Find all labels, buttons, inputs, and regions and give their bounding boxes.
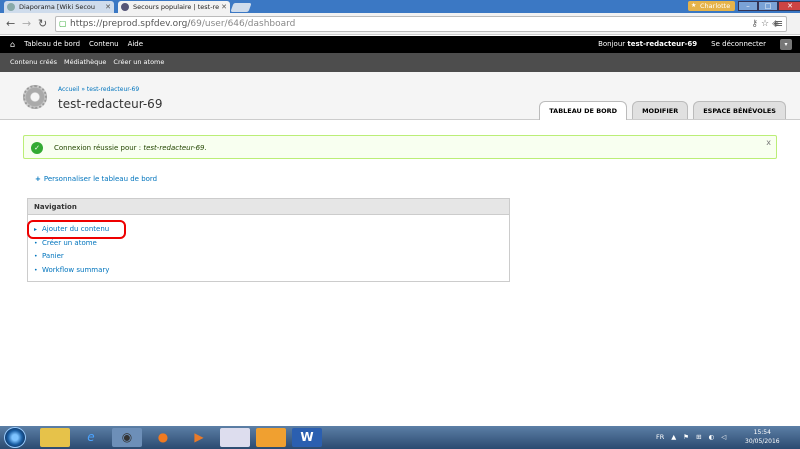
page-title: test-redacteur-69: [58, 97, 163, 111]
close-window-button[interactable]: ✕: [778, 1, 800, 11]
status-message: ✓ Connexion réussie pour : test-redacteu…: [23, 135, 777, 159]
media-player-icon[interactable]: ▶: [184, 428, 214, 447]
bookmark-star-icon[interactable]: ☆: [761, 19, 772, 29]
secours-favicon-icon: [121, 3, 129, 11]
tab-dashboard[interactable]: TABLEAU DE BORD: [539, 101, 628, 120]
minimize-button[interactable]: –: [738, 1, 758, 11]
browser-tab-strip: Diaporama [Wiki Secou ✕ Secours populair…: [0, 0, 800, 13]
navigation-block: Navigation ▸ Ajouter du contenu • Créer un…: [27, 198, 510, 282]
greeting: Bonjour test-redacteur-69: [598, 40, 698, 48]
network-icon[interactable]: ⊞: [696, 426, 701, 449]
bullet-icon: •: [34, 266, 38, 274]
browser-toolbar: ← → ↻ ▢ https://preprod.spfdev.org/69/us…: [0, 13, 800, 35]
admin-toolbar: ⌂ Tableau de bord Contenu Aide Bonjour t…: [0, 36, 800, 53]
volume-icon[interactable]: ◁: [721, 426, 726, 449]
bullet-icon: •: [34, 253, 38, 260]
close-tab-icon[interactable]: ✕: [105, 1, 111, 13]
start-button[interactable]: [4, 427, 26, 448]
browser-menu-icon[interactable]: ≡: [774, 17, 783, 30]
system-tray: FR ▲ ⚑ ⊞ ◐ ◁: [656, 426, 726, 449]
status-message-text: Connexion réussie pour : test-redacteur-…: [54, 144, 207, 152]
browser-tab-label: Diaporama [Wiki Secou: [19, 3, 95, 11]
word-icon[interactable]: W: [292, 428, 322, 447]
nav-item-workflow-summary[interactable]: • Workflow summary: [34, 264, 509, 278]
maximize-button[interactable]: □: [758, 1, 778, 11]
admin-menu-help[interactable]: Aide: [128, 36, 143, 53]
clock-time: 15:54: [753, 429, 771, 436]
language-indicator[interactable]: FR: [656, 426, 664, 449]
highlight-annotation: [27, 220, 126, 239]
checkmark-icon: ✓: [31, 142, 43, 154]
internet-explorer-icon[interactable]: e: [76, 428, 106, 447]
browser-tab-secours[interactable]: Secours populaire | test-re ✕: [118, 1, 230, 13]
reload-icon[interactable]: ↻: [38, 18, 47, 30]
page-tabs: TABLEAU DE BORD MODIFIER ESPACE BÉNÉVOLE…: [539, 101, 786, 120]
url-path: 69/user/646/dashboard: [190, 19, 296, 29]
chrome-icon[interactable]: ◉: [112, 428, 142, 447]
shortcut-created-content[interactable]: Contenu créés: [10, 53, 57, 72]
tab-edit[interactable]: MODIFIER: [632, 101, 689, 119]
admin-menu-content[interactable]: Contenu: [89, 36, 119, 53]
shortcuts-toggle-icon[interactable]: ▾: [780, 39, 792, 50]
windows-taskbar: e ◉ ● ▶ W FR ▲ ⚑ ⊞ ◐ ◁ 15:54 30/05/2016: [0, 426, 800, 449]
show-hidden-icons-icon[interactable]: ▲: [671, 426, 676, 449]
nav-item-basket[interactable]: • Panier: [34, 250, 509, 264]
forward-arrow-icon[interactable]: →: [22, 18, 31, 30]
back-arrow-icon[interactable]: ←: [6, 18, 15, 30]
close-message-button[interactable]: x: [766, 138, 771, 147]
plus-icon: +: [35, 175, 41, 183]
page-header: Accueil » test-redacteur-69 test-redacte…: [0, 72, 800, 120]
address-bar[interactable]: ▢ https://preprod.spfdev.org/69/user/646…: [55, 16, 787, 32]
page-info-icon[interactable]: ▢: [59, 17, 67, 31]
outlook-icon[interactable]: [256, 428, 286, 447]
browser-tab-diaporama[interactable]: Diaporama [Wiki Secou ✕: [4, 1, 114, 13]
browser-tab-label: Secours populaire | test-re: [133, 3, 220, 11]
home-icon[interactable]: ⌂: [10, 36, 15, 53]
network-tool-icon[interactable]: [220, 428, 250, 447]
url-host: https://preprod.spfdev.org/: [70, 19, 191, 29]
window-controls: – □ ✕: [738, 1, 800, 11]
admin-menu-dashboard[interactable]: Tableau de bord: [24, 36, 80, 53]
taskbar-clock[interactable]: 15:54 30/05/2016: [745, 428, 780, 446]
navigation-title: Navigation: [28, 199, 509, 215]
profile-badge[interactable]: Charlotte: [688, 1, 736, 11]
firefox-icon[interactable]: ●: [148, 428, 178, 447]
username-link[interactable]: test-redacteur-69: [627, 40, 697, 48]
shortcut-media-library[interactable]: Médiathèque: [64, 53, 106, 72]
wiki-favicon-icon: [7, 3, 15, 11]
customize-dashboard-link[interactable]: + Personnaliser le tableau de bord: [35, 175, 157, 183]
gear-icon: [23, 85, 47, 109]
antivirus-icon[interactable]: ◐: [709, 426, 715, 449]
tab-volunteer-space[interactable]: ESPACE BÉNÉVOLES: [693, 101, 786, 119]
new-tab-button[interactable]: [230, 3, 252, 12]
key-icon[interactable]: ⚷: [751, 19, 761, 29]
clock-date: 30/05/2016: [745, 438, 780, 445]
close-tab-icon[interactable]: ✕: [221, 1, 227, 13]
shortcut-bar: Contenu créés Médiathèque Créer un atome: [0, 53, 800, 72]
shortcut-create-atom[interactable]: Créer un atome: [113, 53, 164, 72]
file-explorer-icon[interactable]: [40, 428, 70, 447]
flag-icon[interactable]: ⚑: [683, 426, 689, 449]
logout-link[interactable]: Se déconnecter: [711, 36, 766, 53]
breadcrumb[interactable]: Accueil » test-redacteur-69: [58, 86, 139, 93]
